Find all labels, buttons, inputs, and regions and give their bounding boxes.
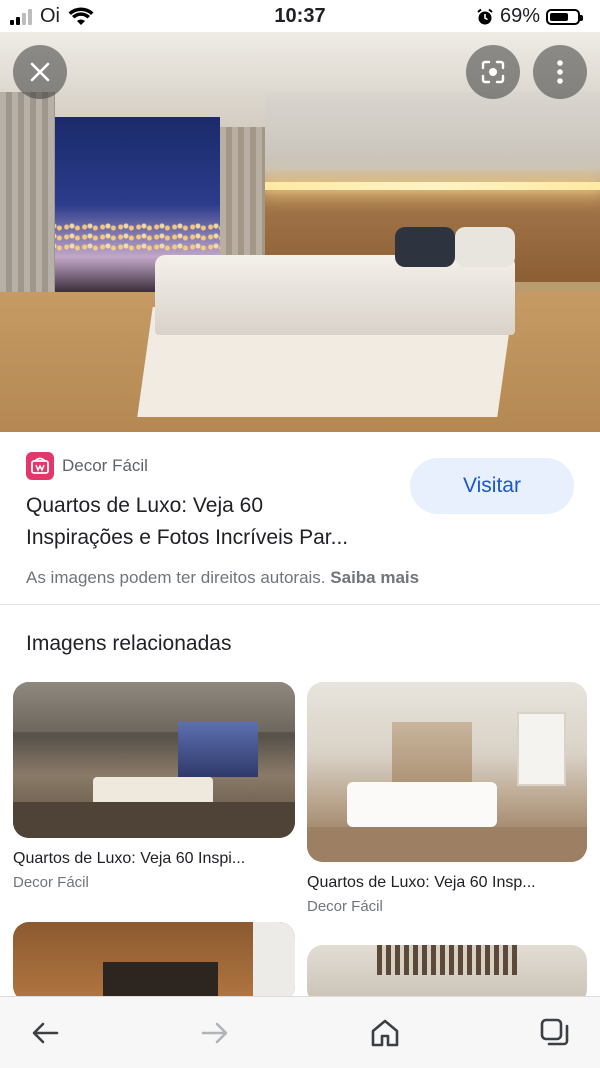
copyright-notice: As imagens podem ter direitos autorais. … bbox=[26, 568, 419, 588]
lens-button[interactable] bbox=[466, 45, 520, 99]
tabs-button[interactable] bbox=[535, 1013, 575, 1053]
home-icon bbox=[371, 1019, 399, 1047]
hero-image[interactable] bbox=[0, 32, 600, 432]
learn-more-link[interactable]: Saiba mais bbox=[330, 568, 419, 587]
status-bar: Oi 10:37 69% bbox=[0, 0, 600, 32]
decor-facil-logo-icon bbox=[31, 457, 49, 474]
related-thumbnail[interactable] bbox=[13, 682, 295, 838]
tabs-icon bbox=[540, 1018, 569, 1046]
battery-percent: 69% bbox=[499, 5, 540, 27]
hero-light-strip bbox=[265, 182, 600, 190]
related-heading: Imagens relacionadas bbox=[26, 632, 232, 655]
lens-icon bbox=[481, 60, 505, 84]
battery-icon bbox=[546, 8, 583, 25]
more-vertical-icon bbox=[557, 60, 563, 84]
visit-button[interactable]: Visitar bbox=[410, 458, 574, 514]
source-panel: Decor Fácil Quartos de Luxo: Veja 60 Ins… bbox=[0, 432, 600, 604]
related-card-3[interactable] bbox=[13, 922, 295, 1002]
related-title[interactable]: Quartos de Luxo: Veja 60 Insp... bbox=[307, 874, 587, 892]
copyright-text: As imagens podem ter direitos autorais. bbox=[26, 568, 326, 587]
site-name[interactable]: Decor Fácil bbox=[62, 456, 148, 476]
page-title-line2: Inspirações e Fotos Incríveis Par... bbox=[26, 526, 349, 549]
related-card-1[interactable]: Quartos de Luxo: Veja 60 Inspi... Decor … bbox=[13, 682, 295, 891]
arrow-right-icon bbox=[201, 1022, 228, 1044]
battery-fill bbox=[550, 12, 568, 21]
hero-bed bbox=[137, 227, 525, 432]
related-thumbnail[interactable] bbox=[307, 682, 587, 862]
related-site: Decor Fácil bbox=[307, 898, 383, 915]
related-thumbnail[interactable] bbox=[13, 922, 295, 1002]
bottom-toolbar bbox=[0, 996, 600, 1068]
more-button[interactable] bbox=[533, 45, 587, 99]
related-card-2[interactable]: Quartos de Luxo: Veja 60 Insp... Decor F… bbox=[307, 682, 587, 915]
home-button[interactable] bbox=[365, 1013, 405, 1053]
forward-button[interactable] bbox=[195, 1013, 235, 1053]
close-button[interactable] bbox=[13, 45, 67, 99]
page-title-line1: Quartos de Luxo: Veja 60 bbox=[26, 494, 263, 517]
related-site: Decor Fácil bbox=[13, 874, 89, 891]
back-button[interactable] bbox=[25, 1013, 65, 1053]
page-title[interactable]: Quartos de Luxo: Veja 60 Inspirações e F… bbox=[26, 490, 396, 554]
alarm-icon bbox=[477, 8, 493, 24]
close-icon bbox=[30, 62, 50, 82]
related-title[interactable]: Quartos de Luxo: Veja 60 Inspi... bbox=[13, 850, 295, 868]
site-favicon bbox=[26, 452, 54, 480]
section-divider bbox=[0, 604, 600, 605]
status-right: 69% bbox=[476, 5, 583, 28]
hero-curtain-left bbox=[0, 92, 55, 312]
arrow-left-icon bbox=[32, 1022, 59, 1044]
